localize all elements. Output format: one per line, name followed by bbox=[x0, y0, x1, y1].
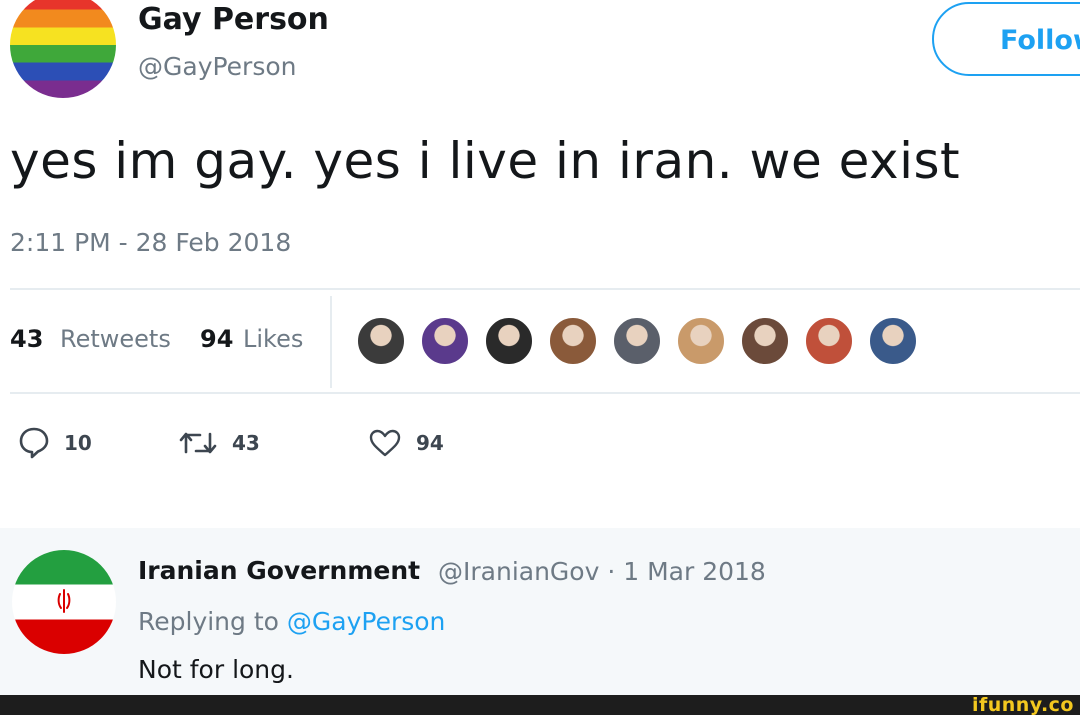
speech-bubble-icon bbox=[18, 426, 50, 460]
divider bbox=[10, 392, 1080, 394]
watermark-logo: ifunny.co bbox=[971, 694, 1074, 716]
liker-avatar[interactable] bbox=[484, 316, 534, 366]
liker-avatar[interactable] bbox=[676, 316, 726, 366]
reply-count: 10 bbox=[64, 431, 92, 455]
reply-author-avatar[interactable] bbox=[12, 550, 116, 654]
reply-button[interactable]: 10 bbox=[18, 425, 92, 461]
liker-avatar[interactable] bbox=[612, 316, 662, 366]
tweet-text: yes im gay. yes i live in iran. we exist bbox=[10, 132, 961, 190]
author-avatar[interactable] bbox=[10, 0, 116, 98]
author-handle[interactable]: @GayPerson bbox=[138, 52, 297, 81]
replying-prefix: Replying to bbox=[138, 607, 279, 636]
liker-avatar[interactable] bbox=[740, 316, 790, 366]
like-count: 94 bbox=[416, 431, 444, 455]
reply-author-name[interactable]: Iranian Government bbox=[138, 556, 420, 585]
retweet-count: 43 bbox=[232, 431, 260, 455]
likes-label[interactable]: Likes bbox=[243, 325, 303, 353]
liker-avatar[interactable] bbox=[356, 316, 406, 366]
divider bbox=[10, 288, 1080, 290]
liker-avatar[interactable] bbox=[868, 316, 918, 366]
author-name[interactable]: Gay Person bbox=[138, 2, 329, 37]
tweet-timestamp[interactable]: 2:11 PM - 28 Feb 2018 bbox=[10, 228, 291, 257]
liker-avatar[interactable] bbox=[804, 316, 854, 366]
liker-avatar[interactable] bbox=[420, 316, 470, 366]
retweet-arrows-icon bbox=[178, 428, 218, 458]
liker-avatar[interactable] bbox=[548, 316, 598, 366]
like-button[interactable]: 94 bbox=[368, 425, 444, 461]
emblem-icon bbox=[57, 589, 71, 613]
heart-icon bbox=[368, 428, 402, 458]
stats-separator bbox=[330, 296, 332, 388]
retweets-count[interactable]: 43 bbox=[10, 325, 43, 353]
retweet-button[interactable]: 43 bbox=[178, 425, 260, 461]
reply-handle-date[interactable]: @IranianGov · 1 Mar 2018 bbox=[438, 557, 766, 586]
likes-count[interactable]: 94 bbox=[200, 325, 233, 353]
replying-to-handle-link[interactable]: @GayPerson bbox=[287, 607, 446, 636]
footer-bar bbox=[0, 695, 1080, 715]
replying-to: Replying to @GayPerson bbox=[138, 607, 445, 636]
retweets-label[interactable]: Retweets bbox=[60, 325, 171, 353]
reply-text: Not for long. bbox=[138, 655, 294, 684]
follow-button[interactable]: Follow bbox=[932, 2, 1080, 76]
